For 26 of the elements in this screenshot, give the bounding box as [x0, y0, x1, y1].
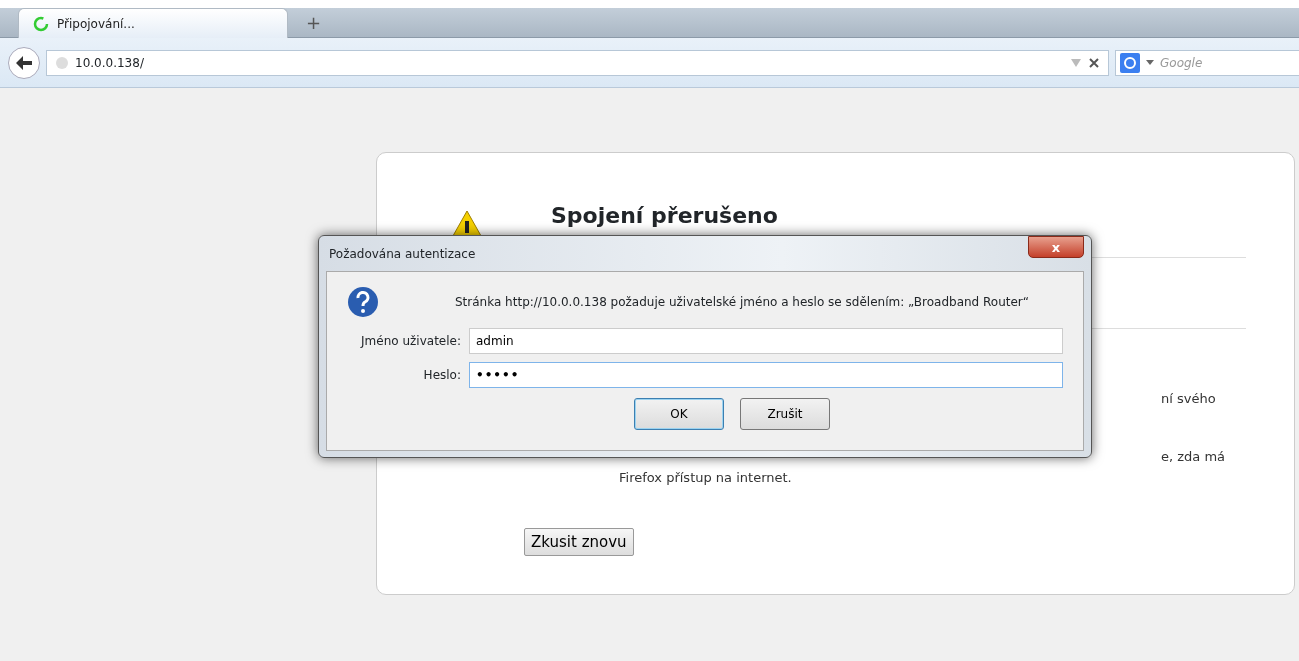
cancel-button[interactable]: Zrušit [740, 398, 830, 430]
error-text: Firefox přístup na internet. [619, 470, 792, 485]
field-label: Jméno uživatele: [359, 333, 461, 350]
password-field[interactable]: ••••• [469, 362, 1063, 388]
address-field[interactable]: 10.0.0.138/ [46, 49, 1109, 76]
back-button[interactable] [8, 46, 40, 79]
url-text: 10.0.0.138/ [75, 54, 145, 72]
dropdown-icon[interactable] [1146, 59, 1154, 66]
close-icon[interactable] [1088, 56, 1100, 69]
error-title: Spojení přerušeno [551, 203, 778, 230]
back-arrow-icon [15, 54, 33, 71]
search-engine-icon [1120, 52, 1142, 73]
username-field[interactable]: admin [469, 328, 1063, 354]
field-label: Heslo: [422, 367, 461, 384]
error-text: e, zda má [1161, 448, 1226, 464]
browser-tab[interactable]: Připojování... [18, 8, 288, 38]
search-bar[interactable]: Google [1115, 49, 1299, 76]
retry-button[interactable]: Zkusit znovu [524, 527, 634, 556]
error-text: ní svého [1161, 391, 1216, 406]
question-icon [347, 286, 379, 318]
ok-button[interactable]: OK [634, 398, 724, 430]
dialog-message: Stránka http://10.0.0.138 požaduje uživatelské jméno a heslo se sdělením: „Broadband Router“ [455, 294, 1029, 311]
new-tab-button[interactable]: + [302, 9, 326, 36]
close-button[interactable]: x [1028, 236, 1084, 258]
loading-spinner-icon [33, 15, 49, 32]
dialog-title: Požadována autentizace [329, 245, 476, 263]
